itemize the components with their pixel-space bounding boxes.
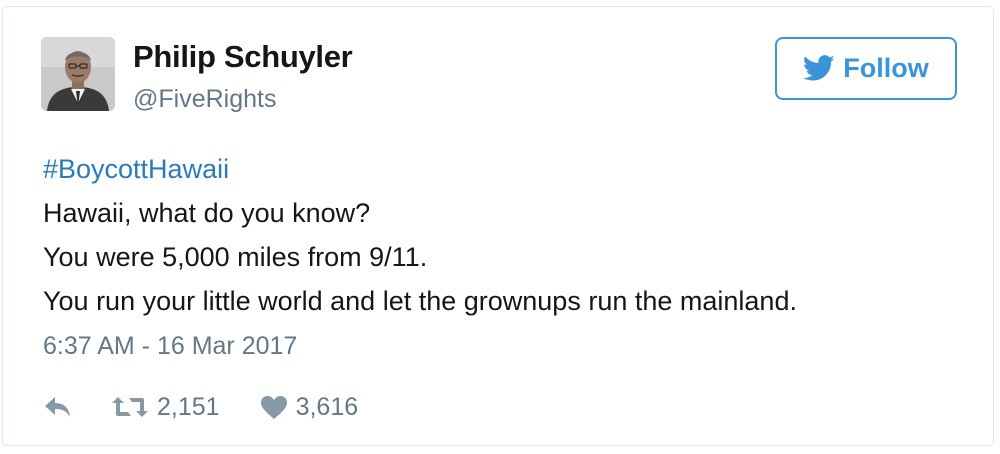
tweet-line-1: Hawaii, what do you know?: [43, 198, 371, 228]
retweet-count: 2,151: [157, 392, 220, 421]
follow-button-label: Follow: [843, 53, 929, 83]
twitter-bird-icon: [803, 55, 835, 81]
like-button[interactable]: 3,616: [260, 392, 359, 422]
tweet-line-3: You run your little world and let the gr…: [43, 286, 797, 316]
follow-button[interactable]: Follow: [775, 37, 957, 100]
reply-button[interactable]: [43, 395, 73, 419]
reply-icon: [45, 397, 70, 417]
hashtag-link[interactable]: #BoycottHawaii: [43, 147, 973, 191]
tweet-timestamp[interactable]: 6:37 AM - 16 Mar 2017: [43, 332, 297, 361]
tweet-actions: 2,151 3,616: [43, 389, 358, 425]
tweet-text: #BoycottHawaii Hawaii, what do you know?…: [43, 147, 973, 323]
avatar-photo-icon: [41, 37, 115, 111]
tweet-card: Philip Schuyler @FiveRights Follow #Boyc…: [2, 6, 994, 446]
user-name[interactable]: Philip Schuyler: [133, 39, 353, 75]
heart-icon: [260, 395, 287, 419]
tweet-line-2: You were 5,000 miles from 9/11.: [43, 242, 428, 272]
avatar[interactable]: [41, 37, 115, 111]
user-handle[interactable]: @FiveRights: [133, 85, 276, 114]
retweet-icon: [112, 397, 148, 417]
like-count: 3,616: [295, 392, 359, 421]
retweet-button[interactable]: 2,151: [111, 393, 220, 422]
